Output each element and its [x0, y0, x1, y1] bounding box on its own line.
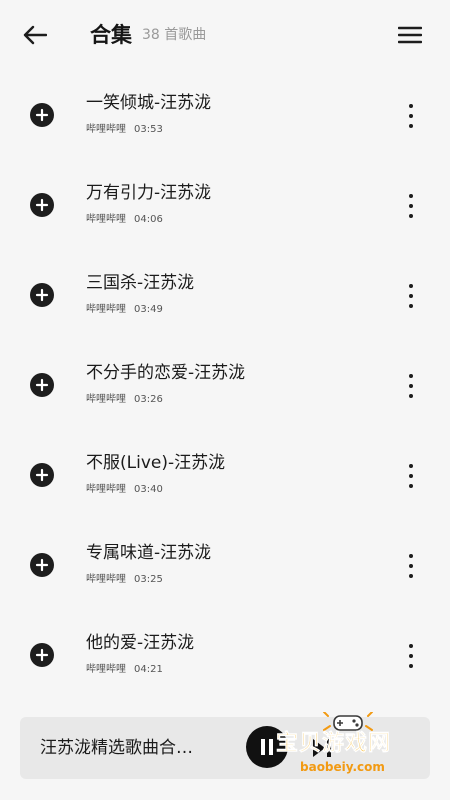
plus-icon: [35, 108, 49, 122]
song-meta: 哔哩哔哩 04:06: [86, 213, 163, 227]
song-row[interactable]: 不服(Live)-汪苏泷 哔哩哔哩 03:40: [0, 430, 450, 520]
song-meta: 哔哩哔哩 04:21: [86, 663, 163, 677]
more-dot: [409, 474, 413, 478]
song-row[interactable]: 万有引力-汪苏泷 哔哩哔哩 04:06: [0, 160, 450, 250]
more-dot: [409, 484, 413, 488]
song-title: 万有引力-汪苏泷: [86, 183, 212, 203]
song-title: 一笑倾城-汪苏泷: [86, 93, 212, 113]
song-duration: 03:40: [134, 484, 163, 495]
menu-button[interactable]: [396, 22, 424, 48]
song-meta: 哔哩哔哩 03:25: [86, 573, 163, 587]
app-root: 合集 38 首歌曲 一笑倾城-汪苏泷 哔哩哔哩 03:53 万有引力-汪苏泷 哔哩…: [0, 0, 450, 800]
add-song-button[interactable]: [30, 373, 54, 397]
hamburger-menu-icon: [398, 26, 422, 44]
song-title: 他的爱-汪苏泷: [86, 633, 195, 653]
song-list: 一笑倾城-汪苏泷 哔哩哔哩 03:53 万有引力-汪苏泷 哔哩哔哩 04:06 三国…: [0, 70, 450, 700]
song-row[interactable]: 专属味道-汪苏泷 哔哩哔哩 03:25: [0, 520, 450, 610]
more-options-button[interactable]: [406, 644, 416, 668]
plus-icon: [35, 198, 49, 212]
plus-icon: [35, 288, 49, 302]
mini-player[interactable]: 汪苏泷精选歌曲合…: [20, 717, 430, 779]
add-song-button[interactable]: [30, 643, 54, 667]
plus-icon: [35, 468, 49, 482]
song-row[interactable]: 不分手的恋爱-汪苏泷 哔哩哔哩 03:26: [0, 340, 450, 430]
pause-button[interactable]: [246, 726, 288, 768]
song-source: 哔哩哔哩: [86, 664, 126, 675]
more-dot: [409, 554, 413, 558]
back-button[interactable]: [18, 20, 52, 50]
more-dot: [409, 194, 413, 198]
more-options-button[interactable]: [406, 194, 416, 218]
song-meta: 哔哩哔哩 03:53: [86, 123, 163, 137]
song-duration: 03:49: [134, 304, 163, 315]
more-options-button[interactable]: [406, 284, 416, 308]
song-row[interactable]: 一笑倾城-汪苏泷 哔哩哔哩 03:53: [0, 70, 450, 160]
plus-icon: [35, 378, 49, 392]
song-duration: 03:53: [134, 124, 163, 135]
add-song-button[interactable]: [30, 193, 54, 217]
more-dot: [409, 384, 413, 388]
more-dot: [409, 464, 413, 468]
more-dot: [409, 644, 413, 648]
more-dot: [409, 104, 413, 108]
song-duration: 04:06: [134, 214, 163, 225]
more-options-button[interactable]: [406, 464, 416, 488]
more-options-button[interactable]: [406, 104, 416, 128]
song-duration: 03:25: [134, 574, 163, 585]
song-title: 专属味道-汪苏泷: [86, 543, 212, 563]
song-meta: 哔哩哔哩 03:40: [86, 483, 163, 497]
more-dot: [409, 564, 413, 568]
pause-icon-bar: [269, 739, 273, 755]
song-source: 哔哩哔哩: [86, 304, 126, 315]
more-dot: [409, 374, 413, 378]
more-dot: [409, 124, 413, 128]
more-dot: [409, 304, 413, 308]
song-duration: 04:21: [134, 664, 163, 675]
add-song-button[interactable]: [30, 463, 54, 487]
more-dot: [409, 214, 413, 218]
add-song-button[interactable]: [30, 103, 54, 127]
add-song-button[interactable]: [30, 553, 54, 577]
song-source: 哔哩哔哩: [86, 124, 126, 135]
arrow-left-icon: [23, 25, 47, 45]
song-title: 不服(Live)-汪苏泷: [86, 453, 226, 473]
plus-icon: [35, 558, 49, 572]
song-duration: 03:26: [134, 394, 163, 405]
song-title: 三国杀-汪苏泷: [86, 273, 195, 293]
song-title: 不分手的恋爱-汪苏泷: [86, 363, 246, 383]
song-count: 38 首歌曲: [142, 27, 207, 43]
more-dot: [409, 394, 413, 398]
now-playing-title: 汪苏泷精选歌曲合…: [40, 738, 193, 758]
song-row[interactable]: 三国杀-汪苏泷 哔哩哔哩 03:49: [0, 250, 450, 340]
song-source: 哔哩哔哩: [86, 394, 126, 405]
more-options-button[interactable]: [406, 554, 416, 578]
more-options-button[interactable]: [406, 374, 416, 398]
header: 合集 38 首歌曲: [0, 0, 450, 72]
plus-icon: [35, 648, 49, 662]
pause-icon: [261, 739, 265, 755]
song-meta: 哔哩哔哩 03:49: [86, 303, 163, 317]
next-track-icon[interactable]: [310, 737, 334, 759]
more-dot: [409, 574, 413, 578]
song-source: 哔哩哔哩: [86, 214, 126, 225]
song-source: 哔哩哔哩: [86, 574, 126, 585]
song-source: 哔哩哔哩: [86, 484, 126, 495]
more-dot: [409, 294, 413, 298]
page-title: 合集: [90, 23, 132, 47]
more-dot: [409, 204, 413, 208]
more-dot: [409, 664, 413, 668]
more-dot: [409, 114, 413, 118]
more-dot: [409, 284, 413, 288]
song-meta: 哔哩哔哩 03:26: [86, 393, 163, 407]
song-row[interactable]: 他的爱-汪苏泷 哔哩哔哩 04:21: [0, 610, 450, 700]
add-song-button[interactable]: [30, 283, 54, 307]
more-dot: [409, 654, 413, 658]
